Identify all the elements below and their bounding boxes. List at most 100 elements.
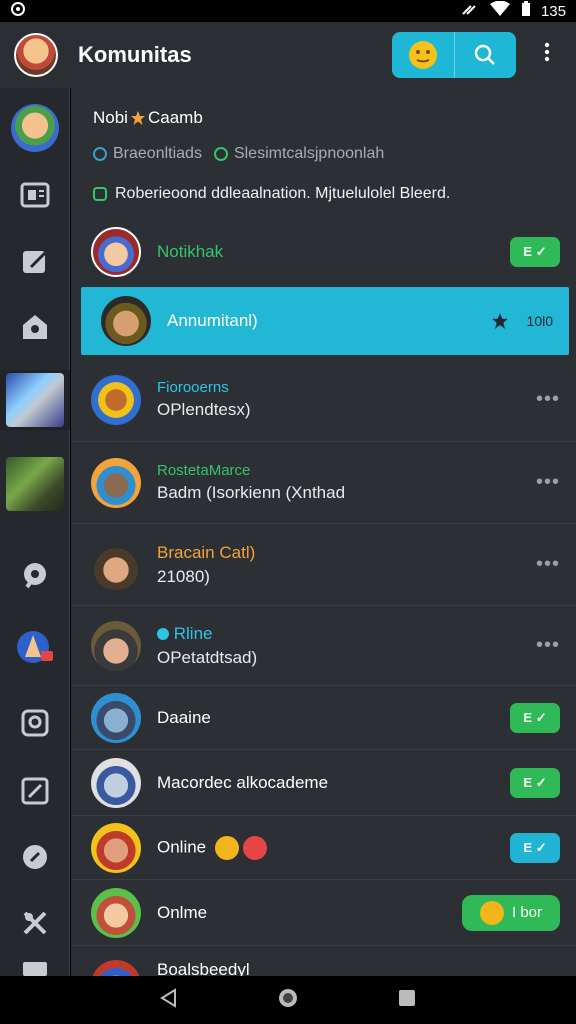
list-item-text: Rline OPetatdtsad) — [157, 624, 536, 668]
sidebar-item-tools[interactable] — [0, 898, 70, 948]
sidebar — [0, 88, 70, 976]
list-item[interactable]: RostetaMarce Badm (Isorkienn (Xnthad ••• — [71, 442, 576, 524]
status-pill[interactable]: I bor — [462, 894, 560, 931]
wifi-icon — [489, 0, 511, 21]
signal-icon — [461, 2, 479, 20]
sidebar-item-profile[interactable] — [0, 98, 70, 158]
list-item-subtitle: OPetatdtsad) — [157, 647, 258, 667]
main-panel: Nobi Caamb Braeonltiads Slesimtcalsjpnoo… — [71, 88, 576, 976]
location-icon — [24, 563, 46, 589]
sidebar-item-chat[interactable] — [0, 698, 70, 748]
sidebar-item-news[interactable] — [0, 170, 70, 220]
status-bar: 135 — [0, 0, 576, 22]
sidebar-item-location[interactable] — [0, 550, 70, 600]
more-horiz-icon[interactable]: ••• — [536, 553, 560, 576]
list-item-name-text: Online — [157, 836, 207, 856]
list-item[interactable]: Daaine E ✓ — [71, 686, 576, 750]
recents-square-icon[interactable] — [397, 988, 417, 1013]
sidebar-item-game-2[interactable] — [0, 454, 70, 514]
sidebar-item-checkbox[interactable] — [0, 766, 70, 816]
status-pill-label: I bor — [511, 904, 542, 921]
list-item-name: Online — [157, 835, 510, 860]
community-header: Nobi Caamb Braeonltiads Slesimtcalsjpnoo… — [71, 88, 576, 212]
avatar — [91, 539, 141, 590]
more-vert-icon[interactable] — [532, 42, 562, 68]
user-avatar[interactable] — [14, 33, 58, 77]
list-item-name: Fiorooerns — [157, 379, 229, 396]
list-item-name: Bracain Catl) — [157, 542, 256, 562]
list-item-subtitle: Badm (Isorkienn (Xnthad — [157, 483, 346, 502]
community-title-suffix: Caamb — [147, 108, 203, 127]
status-pill[interactable]: E ✓ — [510, 832, 560, 863]
note-text: Roberieoond ddleaalnation. Mjtuelulolel … — [115, 185, 451, 202]
user-badge-avatar — [17, 631, 53, 663]
status-pill[interactable]: E ✓ — [510, 702, 560, 733]
battery-icon — [521, 1, 531, 21]
list-item[interactable]: Bracain Catl) 21080) ••• — [71, 524, 576, 606]
star-icon — [491, 313, 508, 329]
list-item[interactable]: Fiorooerns OPlendtesx) ••• — [71, 358, 576, 442]
message-icon — [23, 845, 47, 869]
avatar — [91, 692, 141, 743]
emoji-icon[interactable] — [392, 32, 454, 78]
subtitle-a: Braeonltiads — [113, 145, 202, 162]
profile-avatar — [11, 104, 59, 152]
page-title: Komunitas — [78, 42, 192, 67]
list-item-text: Bracain Catl) 21080) — [157, 543, 536, 587]
list-item-text: Daaine — [157, 708, 510, 728]
more-horiz-icon[interactable]: ••• — [536, 388, 560, 411]
home-circle-icon[interactable] — [277, 987, 299, 1014]
list-item[interactable]: Notikhak E ✓ — [71, 216, 576, 288]
sidebar-item-user-badge[interactable] — [0, 622, 70, 672]
status-pill[interactable]: E ✓ — [510, 767, 560, 798]
subtitle-b: Slesimtcalsjpnoonlah — [233, 145, 385, 162]
status-pill[interactable]: E ✓ — [510, 237, 560, 267]
list-item[interactable]: Macordec alkocademe E ✓ — [71, 750, 576, 816]
emoji-icon — [214, 835, 239, 860]
sidebar-item-badge[interactable] — [0, 302, 70, 352]
community-title-text: Nobi — [93, 108, 128, 127]
avatar — [91, 960, 141, 976]
note-icon — [93, 187, 107, 201]
more-horiz-icon[interactable]: ••• — [536, 471, 560, 494]
back-triangle-icon[interactable] — [159, 987, 179, 1013]
avatar — [91, 822, 141, 873]
avatar — [91, 227, 141, 277]
member-count: 10l0 — [526, 313, 553, 329]
list-item[interactable]: Onlme I bor — [71, 880, 576, 946]
sidebar-item-list[interactable] — [0, 956, 70, 976]
avatar — [101, 296, 151, 346]
checkbox-icon — [21, 777, 49, 805]
list-item-name-text: Rline — [173, 623, 213, 643]
list-item-name: Boalsbeedyl — [157, 960, 250, 976]
list-item[interactable]: Rline OPetatdtsad) ••• — [71, 606, 576, 686]
news-icon — [20, 182, 50, 208]
avatar — [91, 374, 141, 425]
list-item-name: RostetaMarce — [157, 462, 251, 479]
list-item-name: Rline — [157, 624, 536, 644]
list-item-subtitle: OPlendtesx) — [157, 400, 251, 419]
app-bar: Komunitas — [0, 22, 576, 88]
system-nav-bar — [0, 976, 576, 1024]
list-item-text: Macordec alkocademe — [157, 773, 510, 793]
sidebar-item-edit[interactable] — [0, 236, 70, 286]
badge-icon — [23, 315, 47, 339]
online-dot-icon — [213, 147, 228, 161]
list-item-subtitle: 21080) — [157, 566, 210, 586]
more-horiz-icon[interactable]: ••• — [536, 634, 560, 657]
list-item-text: Onlme — [157, 903, 462, 923]
list-item-active[interactable]: Annumitanl) 10l0 — [81, 287, 569, 355]
list-item-text: RostetaMarce Badm (Isorkienn (Xnthad — [157, 462, 536, 503]
search-icon[interactable] — [453, 32, 517, 78]
emoji-icon — [242, 835, 267, 860]
sidebar-item-message[interactable] — [0, 832, 70, 882]
list-item[interactable]: Online E ✓ — [71, 816, 576, 880]
sidebar-item-game-1[interactable] — [0, 370, 70, 430]
list-item-text: Online — [157, 835, 510, 860]
verified-icon — [157, 628, 169, 641]
community-note: Roberieoond ddleaalnation. Mjtuelulolel … — [93, 176, 554, 212]
star-icon — [130, 111, 145, 125]
list-item[interactable]: Boalsbeedyl — [71, 946, 576, 976]
list-item-text: Notikhak — [157, 242, 510, 262]
list-item-name: Annumitanl) — [167, 311, 258, 330]
